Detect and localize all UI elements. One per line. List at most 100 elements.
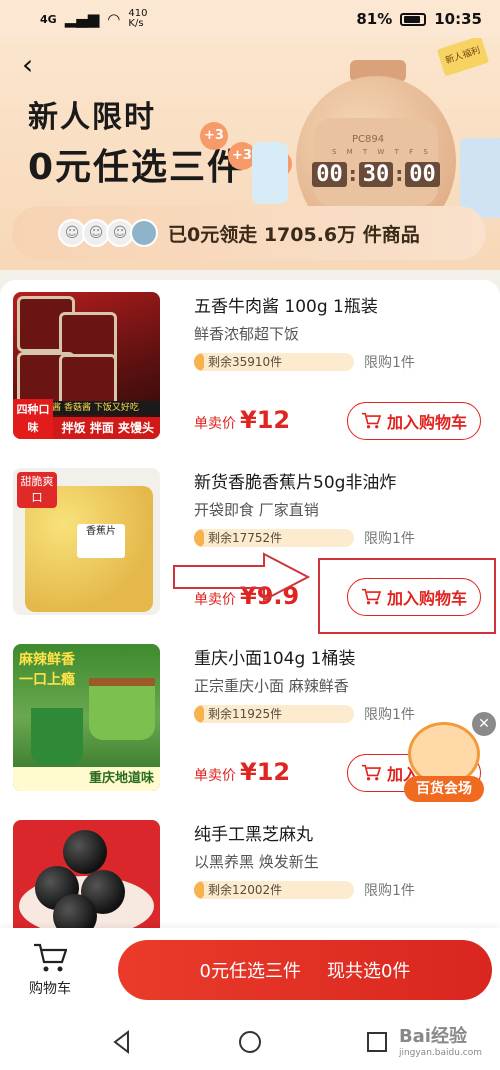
stock-row: 剩余11925件 限购1件 xyxy=(194,704,484,724)
avatar xyxy=(130,219,158,247)
promo-label: 百货会场 xyxy=(404,776,484,802)
clock-time: 10:35 xyxy=(434,10,482,28)
watermark-sub: jingyan.baidu.com xyxy=(398,1048,482,1058)
purchase-limit: 限购1件 xyxy=(364,531,415,547)
product-info: 纯手工黑芝麻丸 以黑养黑 焕发新生 剩余12002件 限购1件 xyxy=(194,820,484,900)
price-label: 单卖价 xyxy=(194,416,236,432)
product-item[interactable]: 牛肉酱 香菇酱 下饭又好吃 拌饭 拌面 夹馒头 四种口味 五香牛肉酱 100g … xyxy=(0,280,500,454)
product-title[interactable]: 五香牛肉酱 100g 1瓶装 xyxy=(194,292,484,317)
close-icon[interactable]: ✕ xyxy=(472,712,496,736)
back-nav-icon[interactable] xyxy=(110,1029,136,1055)
annotation-arrow xyxy=(173,552,311,602)
status-left: 4G ▂▄▆ ◠ 410 K/s xyxy=(40,9,147,29)
stock-row: 剩余17752件 限购1件 xyxy=(194,528,484,548)
add-to-cart-label: 加入购物车 xyxy=(386,413,467,432)
purchase-limit: 限购1件 xyxy=(364,355,415,371)
select-three-button[interactable]: 0元任选三件 现共选0件 xyxy=(118,940,492,1000)
purchase-limit: 限购1件 xyxy=(364,883,415,899)
network-speed-unit: K/s xyxy=(128,18,144,29)
product-subtitle: 正宗重庆小面 麻辣鲜香 xyxy=(194,677,349,695)
signal-icon: ▂▄▆ xyxy=(64,10,100,28)
price-row: 单卖价 ¥12 xyxy=(194,758,290,786)
countdown-timer: 00: 30: 00 xyxy=(312,158,440,190)
noodle-cup-shape xyxy=(31,708,83,764)
product-info: 五香牛肉酱 100g 1瓶装 鲜香浓郁超下饭 剩余35910件 限购1件 xyxy=(194,292,484,372)
product-title[interactable]: 新货香脆香蕉片50g非油炸 xyxy=(194,468,484,493)
stock-fill xyxy=(194,881,204,899)
stock-fill xyxy=(194,529,204,547)
clock-days: S M T W T F S xyxy=(332,148,432,156)
clock-code: PC894 xyxy=(352,134,385,145)
stock-row: 剩余12002件 限购1件 xyxy=(194,880,484,900)
thumb-label: 香蕉片 xyxy=(77,524,125,558)
stock-remaining: 剩余17752件 xyxy=(208,531,283,545)
stock-bar: 剩余11925件 xyxy=(194,705,354,723)
stock-row: 剩余35910件 限购1件 xyxy=(194,352,484,372)
timer-minutes: 30 xyxy=(358,161,394,187)
product-title[interactable]: 纯手工黑芝麻丸 xyxy=(194,820,484,845)
watermark-main: Bai经验 xyxy=(398,1026,467,1047)
claimed-stats: 已0元领走 1705.6万 件商品 xyxy=(168,223,420,246)
price-row: 单卖价 ¥12 xyxy=(194,406,290,434)
thumb-foot: 重庆地道味 xyxy=(13,767,160,791)
stock-remaining: 剩余35910件 xyxy=(208,355,283,369)
battery-percent: 81% xyxy=(356,10,393,28)
stock-bar: 剩余17752件 xyxy=(194,529,354,547)
stats-pill: ☺ ☺ ☺ 已0元领走 1705.6万 件商品 xyxy=(12,206,486,260)
stock-remaining: 剩余12002件 xyxy=(208,883,283,897)
purchase-limit: 限购1件 xyxy=(364,707,415,723)
price-label: 单卖价 xyxy=(194,768,236,784)
recents-nav-icon[interactable] xyxy=(364,1029,390,1055)
battery-icon xyxy=(400,12,427,26)
status-bar: 4G ▂▄▆ ◠ 410 K/s 81% 10:35 xyxy=(0,0,500,38)
annotation-highlight-box xyxy=(318,558,496,634)
cart-tab[interactable]: 购物车 xyxy=(20,942,80,1002)
product-subtitle: 开袋即食 厂家直销 xyxy=(194,501,319,519)
product-info: 重庆小面104g 1桶装 正宗重庆小面 麻辣鲜香 剩余11925件 限购1件 xyxy=(194,644,484,724)
product-item[interactable]: 纯手工黑芝麻丸 以黑养黑 焕发新生 剩余12002件 限购1件 xyxy=(0,808,500,928)
thumb-head: 麻辣鲜香 一口上瘾 xyxy=(19,652,75,688)
coupon-ticket: 新人福利 xyxy=(436,38,490,77)
floating-promo[interactable]: 百货会场 xyxy=(404,722,486,802)
stock-bar: 剩余35910件 xyxy=(194,353,354,371)
sesame-ball-shape xyxy=(63,830,107,874)
price-value: ¥12 xyxy=(240,758,291,786)
bottom-action-bar: 购物车 0元任选三件 现共选0件 xyxy=(0,928,500,1014)
product-title[interactable]: 重庆小面104g 1桶装 xyxy=(194,644,484,669)
selected-count-label: 现共选0件 xyxy=(327,961,411,982)
timer-seconds: 00 xyxy=(405,161,440,187)
network-signal: 4G xyxy=(40,12,57,26)
timer-hours: 00 xyxy=(312,161,347,187)
back-icon[interactable]: ‹ xyxy=(22,51,46,79)
add-to-cart-button[interactable]: 加入购物车 xyxy=(347,402,481,440)
price-value: ¥12 xyxy=(240,406,291,434)
product-subtitle: 鲜香浓郁超下饭 xyxy=(194,325,300,343)
watermark: Bai经验 jingyan.baidu.com xyxy=(399,1022,482,1058)
shopping-cart-icon xyxy=(34,943,68,972)
plus-badge: +3 xyxy=(200,122,228,150)
thumb-corner: 四种口味 xyxy=(13,399,53,439)
network-speed: 410 K/s xyxy=(128,9,147,29)
product-image[interactable]: 甜脆爽口 香蕉片 xyxy=(13,468,160,615)
select-three-label: 0元任选三件 xyxy=(199,961,301,982)
stock-bar: 剩余12002件 xyxy=(194,881,354,899)
status-right: 81% 10:35 xyxy=(356,10,482,28)
product-image[interactable] xyxy=(13,820,160,928)
cart-icon xyxy=(361,412,381,429)
product-info: 新货香脆香蕉片50g非油炸 开袋即食 厂家直销 剩余17752件 限购1件 xyxy=(194,468,484,548)
cart-tab-label: 购物车 xyxy=(29,981,71,997)
avatar-group: ☺ ☺ ☺ xyxy=(58,219,158,247)
stock-fill xyxy=(194,353,204,371)
noodle-cup-shape xyxy=(89,678,155,740)
cart-icon xyxy=(361,764,381,781)
product-image[interactable]: 麻辣鲜香 一口上瘾 重庆地道味 xyxy=(13,644,160,791)
thumb-tag: 甜脆爽口 xyxy=(17,472,57,508)
stock-fill xyxy=(194,705,204,723)
product-image[interactable]: 牛肉酱 香菇酱 下饭又好吃 拌饭 拌面 夹馒头 四种口味 xyxy=(13,292,160,439)
product-bottle-image xyxy=(252,142,288,204)
stock-remaining: 剩余11925件 xyxy=(208,707,283,721)
hero-title-line1: 新人限时 xyxy=(28,100,156,135)
home-nav-icon[interactable] xyxy=(237,1029,263,1055)
product-subtitle: 以黑养黑 焕发新生 xyxy=(194,853,319,871)
hero-banner: ‹ 新人福利 新人限时 0元任选三件 +3 +3 +3 PC894 S M T … xyxy=(0,38,500,270)
